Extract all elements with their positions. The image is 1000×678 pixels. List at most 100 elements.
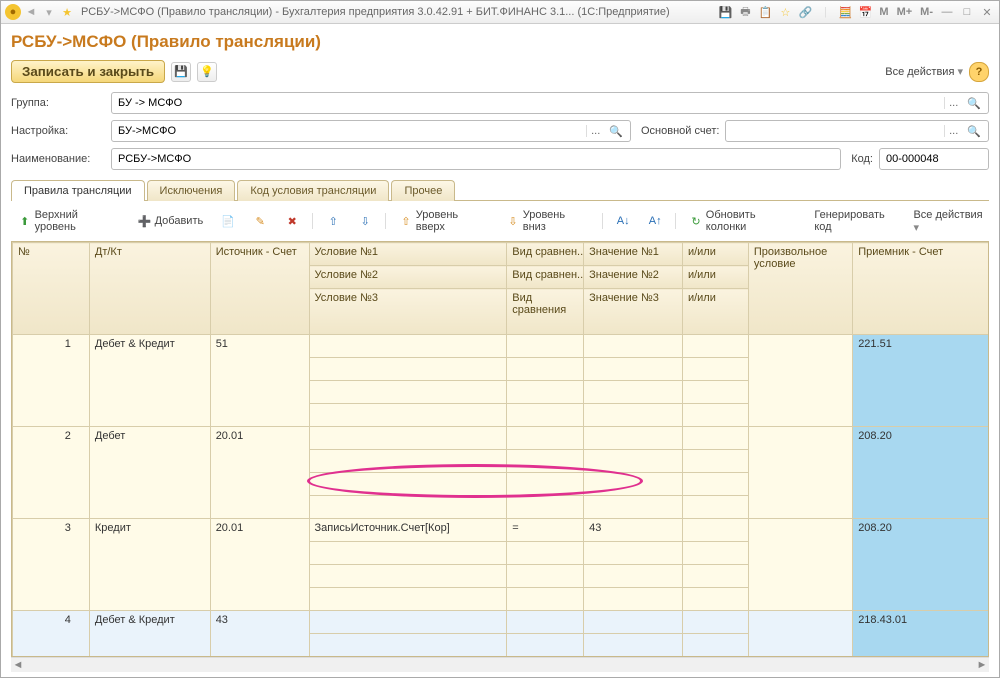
main-acc-input[interactable]: ... 🔍 bbox=[725, 120, 989, 142]
code-label: Код: bbox=[851, 153, 873, 165]
col-cmp3[interactable]: Вид сравнения bbox=[507, 289, 584, 335]
level-down-button[interactable]: ⇩Уровень вниз bbox=[499, 206, 596, 236]
add-button[interactable]: ➕Добавить bbox=[131, 211, 211, 231]
table-row[interactable]: 3Кредит20.01ЗаписьИсточник.Счет[Кор]=432… bbox=[13, 519, 990, 542]
tab-other[interactable]: Прочее bbox=[391, 180, 455, 201]
star-icon[interactable]: ★ bbox=[59, 4, 75, 20]
col-val3[interactable]: Значение №3 bbox=[584, 289, 683, 335]
horizontal-scrollbar[interactable]: ◄ ► bbox=[11, 657, 989, 672]
print-icon[interactable]: 🖶 bbox=[737, 4, 753, 20]
table-row[interactable]: 2Дебет20.01208.20 bbox=[13, 427, 990, 450]
name-input[interactable] bbox=[111, 148, 841, 170]
edit-button[interactable]: ✎ bbox=[246, 211, 274, 231]
maximize-icon[interactable]: □ bbox=[959, 4, 975, 20]
save-button[interactable]: 💾 bbox=[171, 62, 191, 82]
tab-exclusions[interactable]: Исключения bbox=[147, 180, 236, 201]
save-icon[interactable]: 💾 bbox=[717, 4, 733, 20]
level-up-icon: ⇧ bbox=[399, 214, 413, 228]
close-icon[interactable]: ✕ bbox=[979, 4, 995, 20]
save-close-button[interactable]: Записать и закрыть bbox=[11, 60, 165, 83]
calc-icon[interactable]: 🧮 bbox=[837, 4, 853, 20]
col-cond3[interactable]: Условие №3 bbox=[309, 289, 507, 335]
copy-icon[interactable]: 📋 bbox=[757, 4, 773, 20]
rules-grid[interactable]: № Дт/Кт Источник - Счет Условие №1 Вид с… bbox=[12, 242, 989, 657]
fav-icon[interactable]: ☆ bbox=[777, 4, 793, 20]
copy-icon: 📄 bbox=[221, 214, 235, 228]
sort-desc-button[interactable]: A↑ bbox=[641, 211, 669, 231]
calendar-icon[interactable]: 📅 bbox=[857, 4, 873, 20]
scroll-left-icon[interactable]: ◄ bbox=[11, 658, 25, 672]
app-window: ● ◄ ▾ ★ РСБУ->МСФО (Правило трансляции) … bbox=[0, 0, 1000, 678]
gen-code-button[interactable]: Генерировать код bbox=[807, 206, 909, 236]
page-title: РСБУ->МСФО (Правило трансляции) bbox=[11, 32, 989, 52]
delete-button[interactable]: ✖ bbox=[278, 211, 306, 231]
back-icon[interactable]: ◄ bbox=[23, 4, 39, 20]
delete-icon: ✖ bbox=[285, 214, 299, 228]
col-cond2[interactable]: Условие №2 bbox=[309, 266, 507, 289]
code-field[interactable] bbox=[884, 152, 984, 166]
main-acc-field[interactable] bbox=[730, 124, 940, 138]
col-cond1[interactable]: Условие №1 bbox=[309, 243, 507, 266]
mem-mminus[interactable]: M- bbox=[920, 6, 933, 18]
sort-asc-button[interactable]: A↓ bbox=[609, 211, 637, 231]
setting-field[interactable] bbox=[116, 124, 582, 138]
move-up-button[interactable]: ⇧ bbox=[319, 211, 347, 231]
grid-container[interactable]: № Дт/Кт Источник - Счет Условие №1 Вид с… bbox=[11, 241, 989, 657]
col-val1[interactable]: Значение №1 bbox=[584, 243, 683, 266]
main-acc-search-icon[interactable]: 🔍 bbox=[964, 125, 984, 138]
help-button[interactable]: ? bbox=[969, 62, 989, 82]
col-src[interactable]: Источник - Счет bbox=[210, 243, 309, 335]
mem-m[interactable]: M bbox=[879, 6, 888, 18]
col-iili3[interactable]: и/или bbox=[682, 289, 748, 335]
pencil-icon: ✎ bbox=[253, 214, 267, 228]
add-icon: ➕ bbox=[138, 214, 152, 228]
col-val2[interactable]: Значение №2 bbox=[584, 266, 683, 289]
titlebar: ● ◄ ▾ ★ РСБУ->МСФО (Правило трансляции) … bbox=[1, 1, 999, 24]
tab-cond-code[interactable]: Код условия трансляции bbox=[237, 180, 389, 201]
scroll-right-icon[interactable]: ► bbox=[975, 658, 989, 672]
level-down-icon: ⇩ bbox=[506, 214, 520, 228]
code-input[interactable] bbox=[879, 148, 989, 170]
fwd-icon[interactable]: ▾ bbox=[41, 4, 57, 20]
col-dtkt[interactable]: Дт/Кт bbox=[89, 243, 210, 335]
table-row[interactable]: 1Дебет & Кредит51221.51 bbox=[13, 335, 990, 358]
copy-row-button[interactable]: 📄 bbox=[214, 211, 242, 231]
table-row[interactable]: 4Дебет & Кредит43218.43.01 bbox=[13, 611, 990, 634]
group-input[interactable]: ... 🔍 bbox=[111, 92, 989, 114]
up-level-button[interactable]: ⬆Верхний уровень bbox=[11, 206, 127, 236]
hint-button[interactable]: 💡 bbox=[197, 62, 217, 82]
group-choose-icon[interactable]: ... bbox=[944, 97, 962, 109]
setting-choose-icon[interactable]: ... bbox=[586, 125, 604, 137]
group-field[interactable] bbox=[116, 96, 940, 110]
grid-all-actions-dropdown[interactable]: Все действия bbox=[913, 209, 989, 234]
col-iili2[interactable]: и/или bbox=[682, 266, 748, 289]
link-icon[interactable]: 🔗 bbox=[797, 4, 813, 20]
arrow-up-blue-icon: ⇧ bbox=[326, 214, 340, 228]
sort-asc-icon: A↓ bbox=[616, 214, 630, 228]
col-cmp1[interactable]: Вид сравнен... bbox=[507, 243, 584, 266]
mem-mplus[interactable]: M+ bbox=[897, 6, 913, 18]
group-search-icon[interactable]: 🔍 bbox=[964, 97, 984, 110]
all-actions-dropdown[interactable]: Все действия bbox=[885, 65, 963, 78]
name-field[interactable] bbox=[116, 152, 836, 166]
setting-search-icon[interactable]: 🔍 bbox=[606, 125, 626, 138]
minimize-icon[interactable]: — bbox=[939, 4, 955, 20]
move-down-button[interactable]: ⇩ bbox=[351, 211, 379, 231]
grid-toolbar: ⬆Верхний уровень ➕Добавить 📄 ✎ ✖ ⇧ ⇩ ⇧Ур… bbox=[11, 206, 989, 236]
main-acc-choose-icon[interactable]: ... bbox=[944, 125, 962, 137]
setting-label: Настройка: bbox=[11, 125, 111, 137]
col-cmp2[interactable]: Вид сравнен... bbox=[507, 266, 584, 289]
level-up-button[interactable]: ⇧Уровень вверх bbox=[392, 206, 495, 236]
col-n[interactable]: № bbox=[13, 243, 90, 335]
tab-rules[interactable]: Правила трансляции bbox=[11, 180, 145, 201]
refresh-cols-button[interactable]: ↻Обновить колонки bbox=[682, 206, 803, 236]
arrow-up-icon: ⬆ bbox=[18, 214, 32, 228]
window-title: РСБУ->МСФО (Правило трансляции) - Бухгал… bbox=[81, 6, 717, 18]
group-label: Группа: bbox=[11, 97, 111, 109]
col-arb[interactable]: Произвольное условие bbox=[748, 243, 852, 335]
sep-icon: | bbox=[817, 4, 833, 20]
col-iili1[interactable]: и/или bbox=[682, 243, 748, 266]
sort-desc-icon: A↑ bbox=[648, 214, 662, 228]
setting-input[interactable]: ... 🔍 bbox=[111, 120, 631, 142]
col-rec[interactable]: Приемник - Счет bbox=[853, 243, 989, 335]
